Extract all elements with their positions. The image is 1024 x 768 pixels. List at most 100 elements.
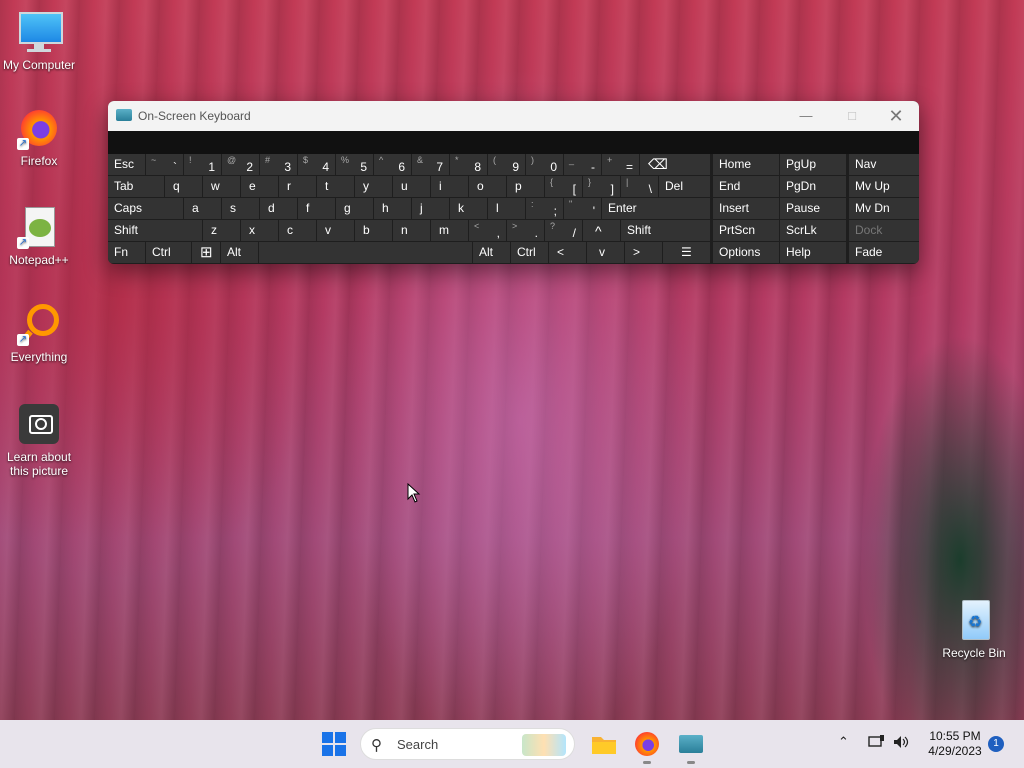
desktop-icon-everything[interactable]: ↗ Everything <box>0 302 78 364</box>
key-tab[interactable]: Tab <box>108 176 164 197</box>
key-4[interactable]: $4 <box>298 154 335 175</box>
key-b[interactable]: b <box>355 220 392 241</box>
notification-badge[interactable]: 1 <box>988 736 1004 752</box>
key-slash[interactable]: ? / <box>545 220 582 241</box>
key-arrow-right[interactable]: > <box>625 242 662 263</box>
key-g[interactable]: g <box>336 198 373 219</box>
desktop-icon-recycle-bin[interactable]: ♻ Recycle Bin <box>935 598 1013 660</box>
taskbar-search-box[interactable]: ⚲ Search <box>360 728 575 760</box>
key-pgup[interactable]: PgUp <box>780 154 846 175</box>
key-shift-right[interactable]: Shift <box>621 220 710 241</box>
key-backslash[interactable]: | \ <box>621 176 658 197</box>
tray-chevron-up-icon[interactable]: ⌃ <box>838 734 849 750</box>
key-7[interactable]: & 7 <box>412 154 449 175</box>
taskbar-on-screen-keyboard[interactable] <box>677 730 705 764</box>
key-d[interactable]: d <box>260 198 297 219</box>
key-u[interactable]: u <box>393 176 430 197</box>
key-v[interactable]: v <box>317 220 354 241</box>
key-a[interactable]: a <box>184 198 221 219</box>
key-home[interactable]: Home <box>713 154 779 175</box>
key-alt-left[interactable]: Alt <box>221 242 258 263</box>
key-enter[interactable]: Enter <box>602 198 710 219</box>
key-x[interactable]: x <box>241 220 278 241</box>
key-ctrl-right[interactable]: Ctrl <box>511 242 548 263</box>
key-1[interactable]: ! 1 <box>184 154 221 175</box>
close-button[interactable]: ✕ <box>873 101 919 131</box>
key-p[interactable]: p <box>507 176 544 197</box>
key-comma[interactable]: <, <box>469 220 506 241</box>
key-windows[interactable]: ⊞ <box>192 242 220 263</box>
desktop-icon-firefox[interactable]: ↗ Firefox <box>0 106 78 168</box>
key-fade[interactable]: Fade <box>849 242 919 263</box>
key-pause[interactable]: Pause <box>780 198 846 219</box>
key-9[interactable]: (9 <box>488 154 525 175</box>
key-ctrl-left[interactable]: Ctrl <box>146 242 191 263</box>
key-e[interactable]: e <box>241 176 278 197</box>
volume-icon[interactable] <box>892 734 910 753</box>
desktop-icon-learn-about-picture[interactable]: Learn about this picture <box>0 402 78 478</box>
start-button[interactable] <box>320 730 348 758</box>
key-prtscn[interactable]: PrtScn <box>713 220 779 241</box>
key-6[interactable]: ^ 6 <box>374 154 411 175</box>
key-period[interactable]: >. <box>507 220 544 241</box>
key-t[interactable]: t <box>317 176 354 197</box>
key-esc[interactable]: Esc <box>108 154 145 175</box>
key-insert[interactable]: Insert <box>713 198 779 219</box>
key-options[interactable]: Options <box>713 242 779 263</box>
key-f[interactable]: f <box>298 198 335 219</box>
taskbar-file-explorer[interactable] <box>590 730 618 758</box>
key-n[interactable]: n <box>393 220 430 241</box>
key-del[interactable]: Del <box>659 176 710 197</box>
key-arrow-left[interactable]: < <box>549 242 586 263</box>
key-i[interactable]: i <box>431 176 468 197</box>
key-q[interactable]: q <box>165 176 202 197</box>
desktop-icon-my-computer[interactable]: My Computer <box>0 10 78 72</box>
key-j[interactable]: j <box>412 198 449 219</box>
key-help[interactable]: Help <box>780 242 846 263</box>
taskbar-firefox[interactable] <box>633 730 661 764</box>
key-equals[interactable]: + = <box>602 154 639 175</box>
key-3[interactable]: #3 <box>260 154 297 175</box>
key-arrow-down[interactable]: v <box>587 242 624 263</box>
key-o[interactable]: o <box>469 176 506 197</box>
key-right-bracket[interactable]: }] <box>583 176 620 197</box>
desktop-icon-notepadpp[interactable]: ↗ Notepad++ <box>0 205 78 267</box>
key-arrow-up[interactable]: ^ <box>583 220 620 241</box>
key-end[interactable]: End <box>713 176 779 197</box>
key-quote[interactable]: " ' <box>564 198 601 219</box>
window-titlebar[interactable]: On-Screen Keyboard — □ ✕ <box>108 101 919 131</box>
key-m[interactable]: m <box>431 220 468 241</box>
key-left-bracket[interactable]: {[ <box>545 176 582 197</box>
key-5[interactable]: % 5 <box>336 154 373 175</box>
system-clock[interactable]: 10:55 PM 4/29/2023 <box>920 729 990 759</box>
key-0[interactable]: ) 0 <box>526 154 563 175</box>
key-s[interactable]: s <box>222 198 259 219</box>
key-fn[interactable]: Fn <box>108 242 145 263</box>
key-grave[interactable]: ~ ` <box>146 154 183 175</box>
key-context-menu[interactable]: ☰ <box>663 242 710 263</box>
key-backspace[interactable]: ⌫ <box>640 154 710 175</box>
key-8[interactable]: * 8 <box>450 154 487 175</box>
key-semicolon[interactable]: :; <box>526 198 563 219</box>
network-icon[interactable] <box>867 734 885 753</box>
key-l[interactable]: l <box>488 198 525 219</box>
minimize-button[interactable]: — <box>783 101 829 131</box>
key-alt-right[interactable]: Alt <box>473 242 510 263</box>
key-h[interactable]: h <box>374 198 411 219</box>
key-move-down[interactable]: Mv Dn <box>849 198 919 219</box>
maximize-button[interactable]: □ <box>829 101 875 131</box>
key-scrlk[interactable]: ScrLk <box>780 220 846 241</box>
key-minus[interactable]: _ - <box>564 154 601 175</box>
key-w[interactable]: w <box>203 176 240 197</box>
key-2[interactable]: @2 <box>222 154 259 175</box>
key-c[interactable]: c <box>279 220 316 241</box>
key-caps[interactable]: Caps <box>108 198 183 219</box>
key-move-up[interactable]: Mv Up <box>849 176 919 197</box>
key-r[interactable]: r <box>279 176 316 197</box>
key-space[interactable] <box>259 242 472 263</box>
key-shift-left[interactable]: Shift <box>108 220 202 241</box>
key-dock[interactable]: Dock <box>849 220 919 241</box>
key-z[interactable]: z <box>203 220 240 241</box>
key-y[interactable]: y <box>355 176 392 197</box>
key-nav[interactable]: Nav <box>849 154 919 175</box>
